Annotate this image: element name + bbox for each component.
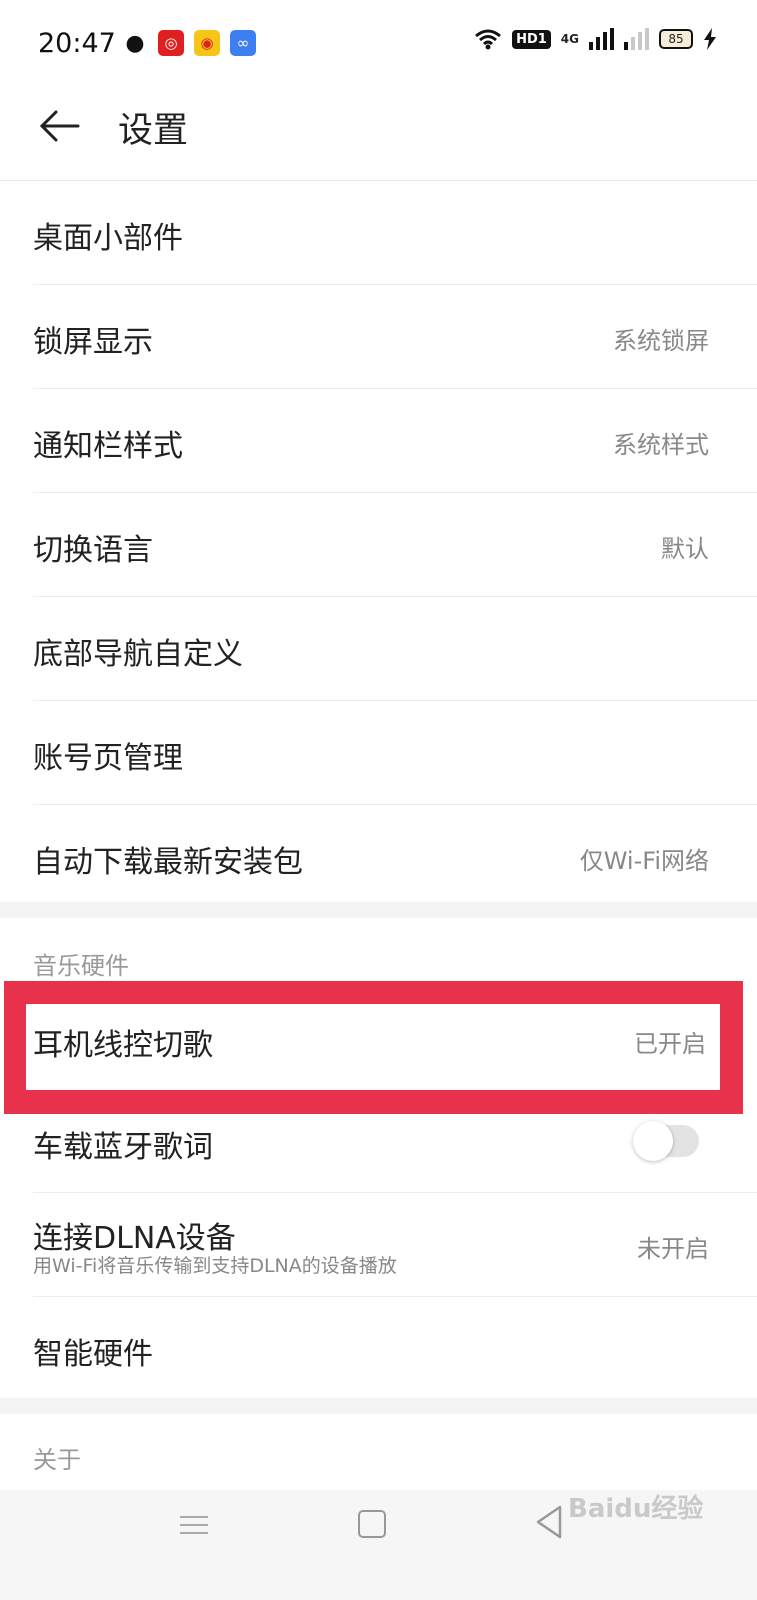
setting-label: 桌面小部件 <box>33 221 183 256</box>
back-arrow-icon[interactable] <box>36 102 84 150</box>
section-title: 关于 <box>33 1446 81 1474</box>
music-hardware-rows: 车载蓝牙歌词 连接DLNA设备 用Wi-Fi将音乐传输到支持DLNA的设备播放 … <box>0 1090 757 1398</box>
signal-no-service-icon <box>624 28 649 50</box>
charging-icon <box>704 28 716 50</box>
wechat-icon: ● <box>122 30 148 56</box>
notification-icons: ● ◎ ◉ ∞ <box>122 30 256 56</box>
network-type: 4G <box>560 32 579 46</box>
battery-icon: 85 <box>659 29 693 49</box>
setting-row-lockscreen[interactable]: 锁屏显示 系统锁屏 <box>33 285 757 389</box>
setting-label: 耳机线控切歌 <box>33 1028 213 1063</box>
setting-row-car-bluetooth-lyrics[interactable]: 车载蓝牙歌词 <box>33 1090 757 1193</box>
setting-row-dlna[interactable]: 连接DLNA设备 用Wi-Fi将音乐传输到支持DLNA的设备播放 未开启 <box>33 1193 757 1297</box>
status-bar: 20:47 ● ◎ ◉ ∞ HD1 4G 85 <box>0 0 757 92</box>
setting-row-account-page[interactable]: 账号页管理 <box>33 701 757 805</box>
setting-row-headset-control[interactable]: 耳机线控切歌 已开启 <box>26 1004 720 1090</box>
page-title: 设置 <box>118 111 189 151</box>
setting-label: 智能硬件 <box>33 1337 153 1372</box>
car-lyrics-toggle[interactable] <box>633 1121 699 1161</box>
setting-label: 底部导航自定义 <box>33 637 243 672</box>
nav-back-icon[interactable] <box>534 1504 564 1540</box>
wifi-icon <box>475 29 502 50</box>
setting-label: 锁屏显示 <box>33 325 153 360</box>
recent-apps-icon[interactable] <box>180 1510 208 1540</box>
home-icon[interactable] <box>358 1510 386 1538</box>
setting-label: 通知栏样式 <box>33 429 183 464</box>
setting-value: 未开启 <box>637 1235 709 1263</box>
setting-row-widgets[interactable]: 桌面小部件 <box>33 181 757 285</box>
setting-row-notification-style[interactable]: 通知栏样式 系统样式 <box>33 389 757 493</box>
settings-group-general: 桌面小部件 锁屏显示 系统锁屏 通知栏样式 系统样式 切换语言 默认 底部导航自… <box>0 181 757 902</box>
setting-row-language[interactable]: 切换语言 默认 <box>33 493 757 597</box>
setting-description: 用Wi-Fi将音乐传输到支持DLNA的设备播放 <box>33 1255 397 1277</box>
hd-voice-badge: HD1 <box>512 29 551 49</box>
app-header: 设置 <box>0 92 757 181</box>
status-indicators: HD1 4G 85 <box>474 28 717 50</box>
baidu-watermark: Baidu经验 <box>568 1494 704 1524</box>
netease-music-icon: ◎ <box>158 30 184 56</box>
toggle-knob <box>633 1121 673 1161</box>
setting-value: 仅Wi-Fi网络 <box>579 847 709 875</box>
setting-value: 系统锁屏 <box>613 327 709 355</box>
setting-row-auto-download[interactable]: 自动下载最新安装包 仅Wi-Fi网络 <box>33 805 757 908</box>
link-app-icon: ∞ <box>230 30 256 56</box>
setting-label: 自动下载最新安装包 <box>33 845 303 880</box>
setting-label: 车载蓝牙歌词 <box>33 1130 213 1165</box>
weibo-icon: ◉ <box>194 30 220 56</box>
setting-value: 默认 <box>661 535 709 563</box>
signal-strength-icon <box>589 28 614 50</box>
setting-row-bottom-nav[interactable]: 底部导航自定义 <box>33 597 757 701</box>
section-title: 音乐硬件 <box>33 952 129 980</box>
status-time: 20:47 <box>38 28 116 59</box>
setting-label: 账号页管理 <box>33 741 183 776</box>
setting-row-smart-hardware[interactable]: 智能硬件 <box>33 1297 757 1400</box>
setting-value: 已开启 <box>634 1030 706 1058</box>
setting-value: 系统样式 <box>613 431 709 459</box>
setting-label: 切换语言 <box>33 533 153 568</box>
